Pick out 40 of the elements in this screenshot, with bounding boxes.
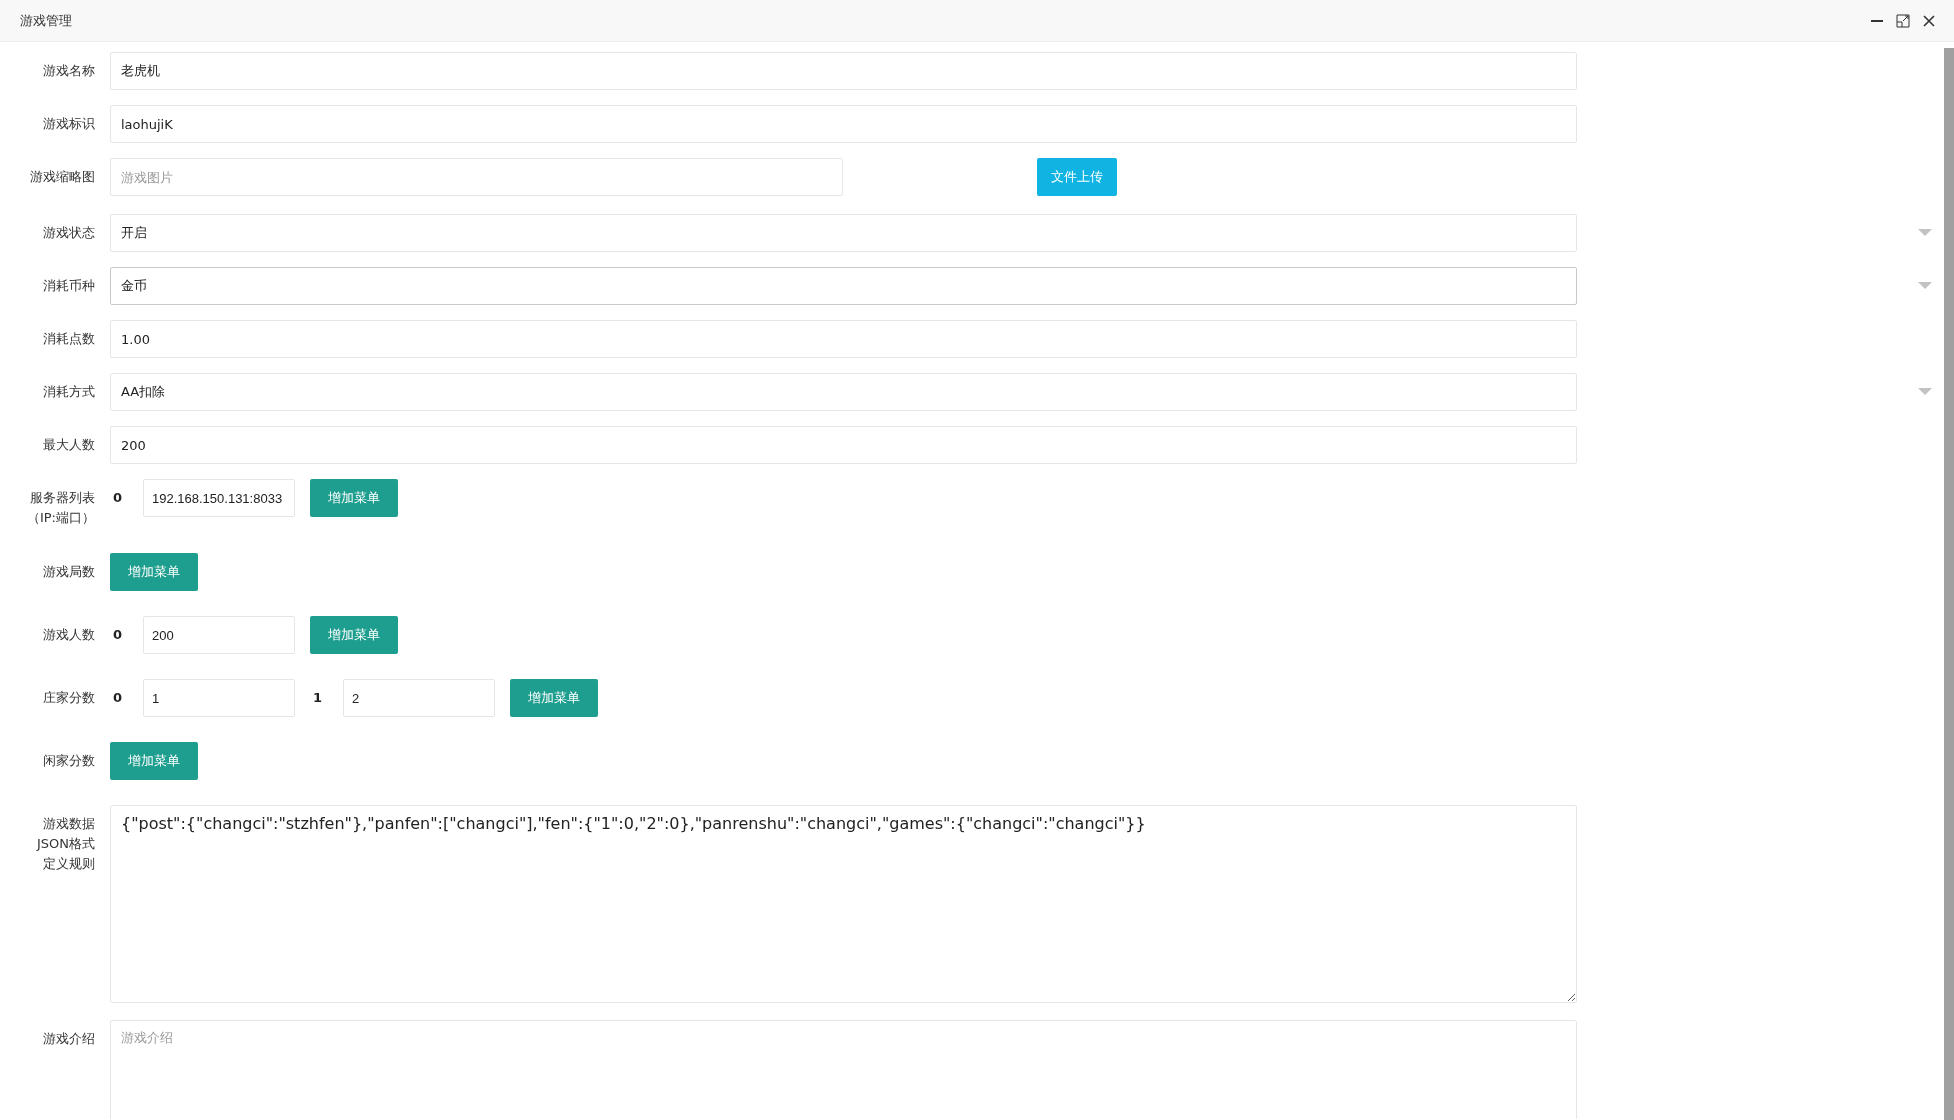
input-field[interactable]: 200 xyxy=(143,616,295,654)
field-label: 服务器列表 （IP:端口） xyxy=(25,489,95,527)
input-field[interactable]: 1.00 xyxy=(110,320,1577,358)
field-label: 游戏人数 xyxy=(42,626,95,644)
field-label: 闲家分数 xyxy=(42,752,95,770)
select-field[interactable]: 金币 xyxy=(110,267,1577,305)
field-label: 消耗方式 xyxy=(42,383,95,401)
select-field[interactable]: 开启 xyxy=(110,214,1577,252)
dropdown-arrow-icon[interactable] xyxy=(1918,388,1932,396)
field-label: 游戏缩略图 xyxy=(29,168,95,186)
field-label: 游戏局数 xyxy=(42,563,95,581)
field-label: 消耗点数 xyxy=(42,330,95,348)
input-field[interactable]: 游戏图片 xyxy=(110,158,843,196)
input-field[interactable]: 200 xyxy=(110,426,1577,464)
field-label: 最大人数 xyxy=(42,436,95,454)
close-icon[interactable] xyxy=(1922,13,1936,28)
index-number: 0 xyxy=(112,489,124,507)
index-number: 1 xyxy=(312,689,324,707)
text-area[interactable]: 游戏介绍 xyxy=(110,1020,1577,1119)
select-field[interactable]: AA扣除 xyxy=(110,373,1577,411)
input-field[interactable]: 老虎机 xyxy=(110,52,1577,90)
field-label: 游戏标识 xyxy=(42,115,95,133)
field-label: 游戏数据 JSON格式 定义规则 xyxy=(35,815,95,873)
window-title: 游戏管理 xyxy=(20,11,72,30)
input-field[interactable]: laohujiK xyxy=(110,105,1577,143)
dropdown-arrow-icon[interactable] xyxy=(1918,282,1932,290)
field-label: 游戏名称 xyxy=(42,62,95,80)
index-number: 0 xyxy=(112,626,124,644)
text-area[interactable]: {"post":{"changci":"stzhfen"},"panfen":["changci"],"fen":{"1":0,"2":0},"panrenshu":"changci","games":{"changci":"changci"}} xyxy=(110,805,1577,1003)
maximize-icon[interactable] xyxy=(1896,13,1910,28)
field-label: 庄家分数 xyxy=(42,689,95,707)
scrollbar[interactable] xyxy=(1944,48,1954,1120)
index-number: 0 xyxy=(112,689,124,707)
input-field[interactable]: 192.168.150.131:8033 xyxy=(143,479,295,517)
field-label: 消耗币种 xyxy=(42,277,95,295)
input-field[interactable]: 1 xyxy=(143,679,295,717)
input-field[interactable]: 2 xyxy=(343,679,495,717)
dropdown-arrow-icon[interactable] xyxy=(1918,229,1932,237)
field-label: 游戏状态 xyxy=(42,224,95,242)
field-label: 游戏介绍 xyxy=(42,1030,95,1048)
